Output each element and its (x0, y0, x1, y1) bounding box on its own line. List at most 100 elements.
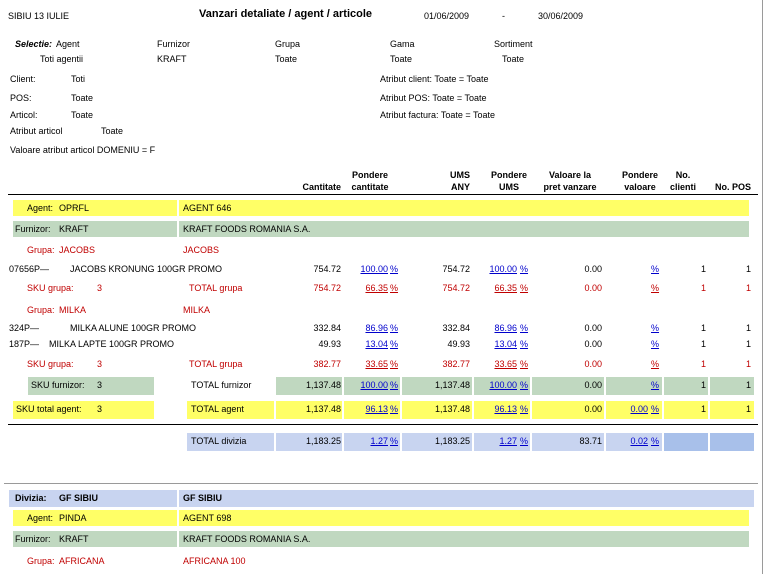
col-pond-cant-1: Pondere (351, 170, 388, 180)
pct-link[interactable]: % (520, 339, 528, 350)
agent-divider (8, 424, 758, 425)
cell-pos: 1 (745, 339, 751, 349)
cell-valoare: 0.00 (584, 323, 602, 333)
pct-link[interactable]: % (651, 404, 659, 415)
pct-link[interactable]: % (520, 323, 528, 334)
cell-cantitate: 754.72 (313, 264, 341, 274)
cell-ums: 49.93 (447, 339, 470, 349)
cell-pond-valoare[interactable]: 0.02 (620, 436, 648, 447)
filter-client-label: Client: (10, 74, 36, 84)
divizia-name-box (179, 490, 754, 507)
agent-name: AGENT 646 (183, 203, 232, 213)
cell-pond-ums[interactable]: 33.65 (480, 359, 517, 370)
sku-agent-label: SKU total agent: (16, 404, 82, 414)
cell-bg (664, 433, 708, 451)
pct-link[interactable]: % (390, 283, 398, 294)
cell-pos: 1 (745, 359, 751, 369)
date-to: 30/06/2009 (538, 11, 584, 21)
sku-grupa-count: 3 (97, 283, 103, 293)
col-ums-2: ANY (450, 182, 470, 192)
sku-grupa-label: SKU grupa: (27, 283, 74, 293)
agent-name-box (179, 510, 749, 526)
product-code: 07656P— (9, 264, 50, 274)
cell-pond-cant[interactable]: 100.00 (350, 380, 388, 391)
grupa-label: Grupa: (27, 245, 55, 255)
cell-bg (710, 433, 754, 451)
cell-clienti: 1 (700, 283, 706, 293)
pct-link[interactable]: % (390, 339, 398, 350)
pct-link[interactable]: % (651, 339, 659, 350)
filter-atr-client: Atribut client: Toate = Toate (380, 74, 489, 84)
cell-valoare: 0.00 (584, 264, 602, 274)
sku-grupa-count: 3 (97, 359, 103, 369)
page-separator (4, 483, 758, 484)
grupa-code: JACOBS (59, 245, 96, 255)
cell-cantitate: 1,183.25 (305, 436, 341, 446)
cell-pond-ums[interactable]: 100.00 (480, 380, 517, 391)
furnizor-label: Furnizor: (15, 534, 51, 544)
pct-link[interactable]: % (390, 380, 398, 391)
pct-link[interactable]: % (651, 436, 659, 447)
cell-pond-ums[interactable]: 96.13 (480, 404, 517, 415)
selection-label: Selectie: (15, 39, 53, 49)
total-furnizor-label: TOTAL furnizor (191, 380, 252, 390)
cell-pond-ums[interactable]: 100.00 (480, 264, 517, 275)
cell-pond-valoare[interactable]: 0.00 (620, 404, 648, 415)
sku-grupa-label: SKU grupa: (27, 359, 74, 369)
pct-link[interactable]: % (520, 283, 528, 294)
cell-cantitate: 1,137.48 (305, 404, 341, 414)
grupa-name: JACOBS (183, 245, 220, 255)
sel-sortiment-name: Sortiment (494, 39, 533, 49)
divizia-code: GF SIBIU (59, 493, 99, 503)
sel-grupa-name: Grupa (275, 39, 301, 49)
pct-link[interactable]: % (651, 283, 659, 294)
pct-link[interactable]: % (390, 359, 398, 370)
grupa-code: MILKA (59, 305, 87, 315)
cell-pond-ums[interactable]: 66.35 (480, 283, 517, 294)
grupa-name: MILKA (183, 305, 211, 315)
pct-link[interactable]: % (651, 380, 659, 391)
cell-clienti: 1 (700, 359, 706, 369)
cell-clienti: 1 (700, 323, 706, 333)
filter-atr-factura: Atribut factura: Toate = Toate (380, 110, 495, 120)
cell-cantitate: 49.93 (318, 339, 341, 349)
cell-pond-ums[interactable]: 86.96 (480, 323, 517, 334)
cell-pond-cant[interactable]: 1.27 (350, 436, 388, 447)
cell-pond-cant[interactable]: 100.00 (350, 264, 388, 275)
pct-link[interactable]: % (651, 323, 659, 334)
cell-pond-cant[interactable]: 13.04 (350, 339, 388, 350)
cell-pond-cant[interactable]: 33.65 (350, 359, 388, 370)
agent-code: PINDA (59, 513, 87, 523)
cell-pond-ums[interactable]: 1.27 (480, 436, 517, 447)
sel-agent-value: Toti agentii (40, 54, 84, 64)
total-grupa-label: TOTAL grupa (189, 359, 243, 369)
pct-link[interactable]: % (520, 436, 528, 447)
pct-link[interactable]: % (651, 264, 659, 275)
cell-ums: 1,137.48 (434, 380, 470, 390)
company-name: SIBIU 13 IULIE (8, 11, 70, 21)
pct-link[interactable]: % (520, 404, 528, 415)
pct-link[interactable]: % (390, 404, 398, 415)
grupa-label: Grupa: (27, 305, 55, 315)
cell-ums: 754.72 (442, 283, 470, 293)
cell-valoare: 0.00 (584, 380, 602, 390)
cell-pond-ums[interactable]: 13.04 (480, 339, 517, 350)
pct-link[interactable]: % (651, 359, 659, 370)
col-pond-val-2: valoare (624, 182, 656, 192)
sku-furnizor-label: SKU furnizor: (31, 380, 85, 390)
pct-link[interactable]: % (390, 323, 398, 334)
total-divizia-label: TOTAL divizia (191, 436, 247, 446)
col-clienti-2: clienti (669, 182, 696, 192)
pct-link[interactable]: % (390, 436, 398, 447)
pct-link[interactable]: % (520, 359, 528, 370)
furnizor-label: Furnizor: (15, 224, 51, 234)
pct-link[interactable]: % (520, 264, 528, 275)
cell-ums: 1,137.48 (434, 404, 470, 414)
cell-pond-cant[interactable]: 66.35 (350, 283, 388, 294)
cell-pond-cant[interactable]: 86.96 (350, 323, 388, 334)
pct-link[interactable]: % (390, 264, 398, 275)
pct-link[interactable]: % (520, 380, 528, 391)
cell-pond-cant[interactable]: 96.13 (350, 404, 388, 415)
product-name: MILKA LAPTE 100GR PROMO (49, 339, 175, 349)
filter-valoare-atr: Valoare atribut articol DOMENIU = F (10, 145, 156, 155)
